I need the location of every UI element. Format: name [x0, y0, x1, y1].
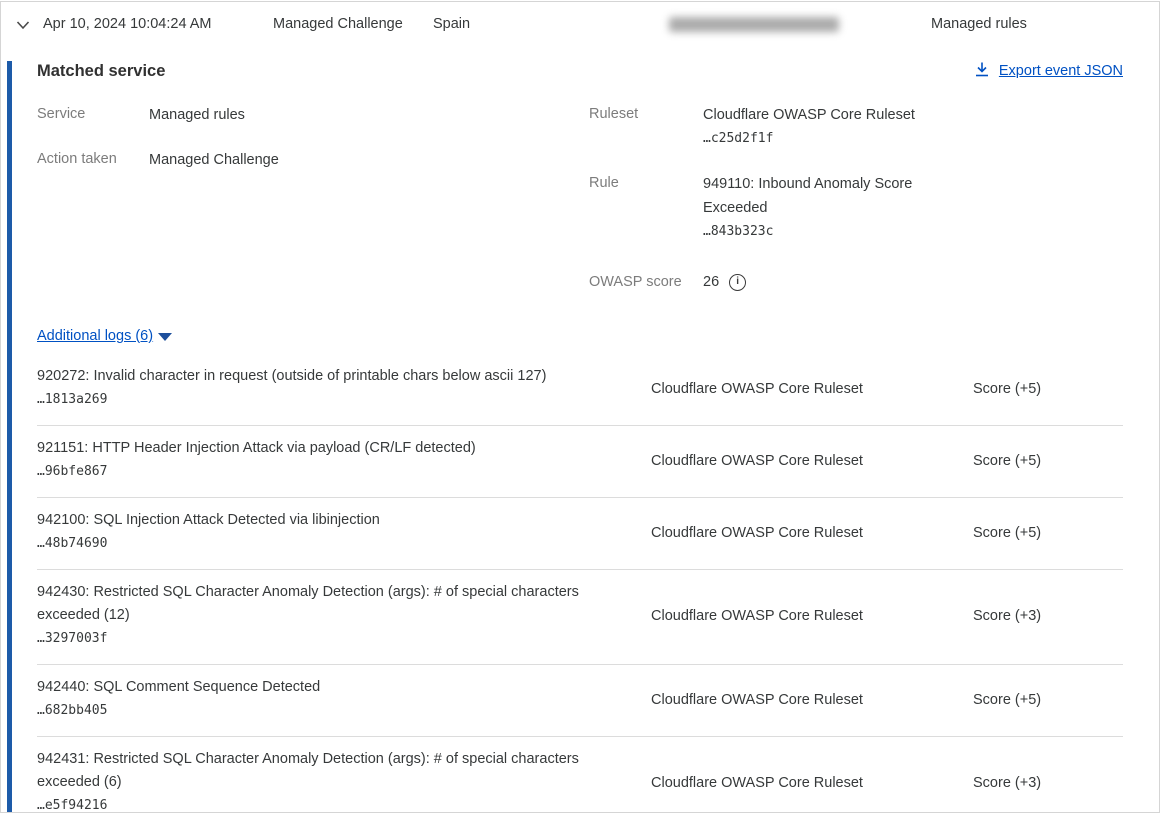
- log-rule-name-cell: 942440: SQL Comment Sequence Detected …6…: [37, 676, 651, 723]
- log-rule-hash: …48b74690: [37, 532, 627, 556]
- log-score-cell: Score (+5): [973, 381, 1123, 397]
- chevron-down-icon[interactable]: [14, 16, 32, 34]
- download-icon: [974, 61, 990, 82]
- log-rule-name-cell: 942100: SQL Injection Attack Detected vi…: [37, 509, 651, 556]
- event-country: Spain: [433, 16, 470, 32]
- redacted-ray-id: [669, 17, 839, 32]
- log-rule-name: 942100: SQL Injection Attack Detected vi…: [37, 509, 627, 532]
- rule-field-label: Rule: [589, 172, 703, 244]
- log-row: 921151: HTTP Header Injection Attack via…: [37, 426, 1123, 498]
- log-ruleset-cell: Cloudflare OWASP Core Ruleset: [651, 453, 973, 469]
- additional-logs-label: Additional logs (6): [37, 328, 153, 344]
- log-score-cell: Score (+3): [973, 608, 1123, 624]
- log-rule-name: 942431: Restricted SQL Character Anomaly…: [37, 748, 627, 794]
- log-rule-hash: …96bfe867: [37, 460, 627, 484]
- service-field-label: Service: [37, 103, 149, 127]
- log-rule-name: 942430: Restricted SQL Character Anomaly…: [37, 581, 627, 627]
- event-action: Managed Challenge: [273, 16, 403, 32]
- selected-row-accent-bar: [7, 61, 12, 813]
- ruleset-field-label: Ruleset: [589, 103, 703, 151]
- log-row: 942100: SQL Injection Attack Detected vi…: [37, 498, 1123, 570]
- log-rule-hash: …682bb405: [37, 699, 627, 723]
- log-ruleset-cell: Cloudflare OWASP Core Ruleset: [651, 692, 973, 708]
- rule-hash: …843b323c: [703, 220, 953, 244]
- log-rule-hash: …e5f94216: [37, 794, 627, 813]
- additional-logs-toggle[interactable]: Additional logs (6): [37, 328, 172, 344]
- rule-name: 949110: Inbound Anomaly Score Exceeded: [703, 172, 953, 220]
- log-ruleset-cell: Cloudflare OWASP Core Ruleset: [651, 525, 973, 541]
- rule-field-value: 949110: Inbound Anomaly Score Exceeded ……: [703, 172, 953, 244]
- owasp-score-value: 26: [703, 271, 719, 293]
- info-icon[interactable]: i: [729, 274, 746, 291]
- log-rule-hash: …1813a269: [37, 388, 627, 412]
- log-ruleset-cell: Cloudflare OWASP Core Ruleset: [651, 775, 973, 791]
- log-rule-hash: …3297003f: [37, 627, 627, 651]
- log-rule-name-cell: 942431: Restricted SQL Character Anomaly…: [37, 748, 651, 813]
- log-row: 942440: SQL Comment Sequence Detected …6…: [37, 665, 1123, 737]
- event-service: Managed rules: [931, 16, 1027, 32]
- log-rule-name-cell: 942430: Restricted SQL Character Anomaly…: [37, 581, 651, 651]
- log-ruleset-cell: Cloudflare OWASP Core Ruleset: [651, 608, 973, 624]
- log-rule-name-cell: 920272: Invalid character in request (ou…: [37, 365, 651, 412]
- log-score-cell: Score (+3): [973, 775, 1123, 791]
- log-ruleset-cell: Cloudflare OWASP Core Ruleset: [651, 381, 973, 397]
- export-event-json-link[interactable]: Export event JSON: [974, 61, 1123, 82]
- log-row: 920272: Invalid character in request (ou…: [37, 354, 1123, 426]
- event-timestamp: Apr 10, 2024 10:04:24 AM: [43, 16, 212, 32]
- log-rule-name: 942440: SQL Comment Sequence Detected: [37, 676, 627, 699]
- ruleset-name: Cloudflare OWASP Core Ruleset: [703, 103, 953, 127]
- ruleset-field-value: Cloudflare OWASP Core Ruleset …c25d2f1f: [703, 103, 953, 151]
- log-score-cell: Score (+5): [973, 453, 1123, 469]
- service-field-value: Managed rules: [149, 103, 399, 127]
- log-rule-name: 920272: Invalid character in request (ou…: [37, 365, 627, 388]
- additional-logs-table: 920272: Invalid character in request (ou…: [37, 354, 1123, 813]
- log-rule-name-cell: 921151: HTTP Header Injection Attack via…: [37, 437, 651, 484]
- log-row: 942431: Restricted SQL Character Anomaly…: [37, 737, 1123, 813]
- caret-down-icon: [158, 333, 172, 341]
- log-score-cell: Score (+5): [973, 692, 1123, 708]
- export-link-label: Export event JSON: [999, 63, 1123, 79]
- event-summary-row[interactable]: Apr 10, 2024 10:04:24 AM Managed Challen…: [1, 2, 1159, 46]
- log-score-cell: Score (+5): [973, 525, 1123, 541]
- action-taken-field-value: Managed Challenge: [149, 148, 399, 172]
- log-rule-name: 921151: HTTP Header Injection Attack via…: [37, 437, 627, 460]
- detail-title: Matched service: [37, 62, 165, 81]
- action-taken-field-label: Action taken: [37, 148, 149, 172]
- ruleset-hash: …c25d2f1f: [703, 127, 953, 151]
- log-row: 942430: Restricted SQL Character Anomaly…: [37, 570, 1123, 665]
- security-event-panel: Apr 10, 2024 10:04:24 AM Managed Challen…: [0, 1, 1160, 813]
- event-detail-expanded: Matched service Export event JSON Servic…: [1, 59, 1159, 813]
- owasp-score-label: OWASP score: [589, 271, 703, 293]
